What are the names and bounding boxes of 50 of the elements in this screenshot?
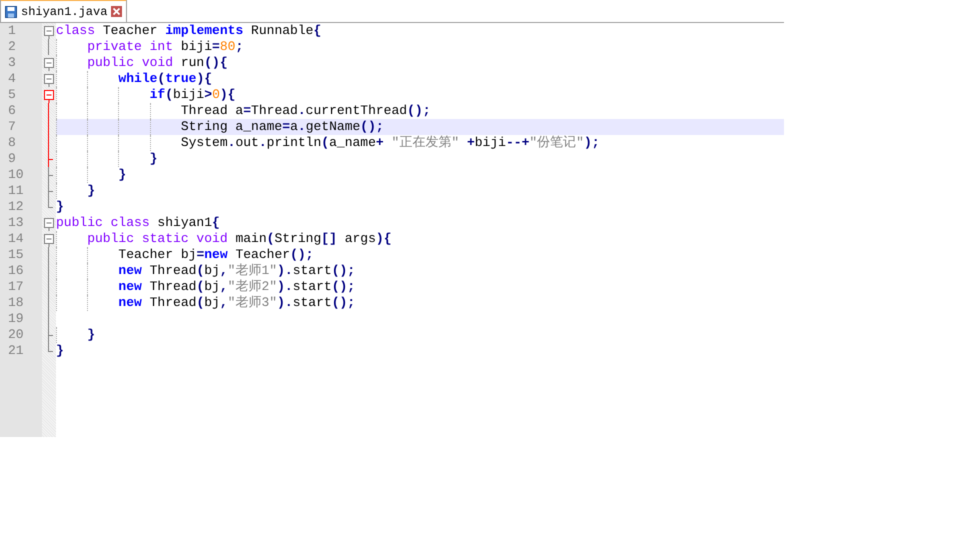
line-number: 13	[7, 215, 25, 231]
line-number: 6	[7, 103, 17, 119]
code-line: class Teacher implements Runnable{	[56, 23, 322, 38]
line-number: 1	[7, 23, 17, 39]
line-number: 12	[7, 199, 25, 215]
code-line: }	[56, 199, 64, 214]
fold-icon[interactable]	[42, 55, 56, 71]
fold-icon[interactable]	[42, 215, 56, 231]
code-line: }	[148, 151, 158, 166]
code-line: public class shiyan1{	[56, 215, 220, 230]
line-number: 11	[7, 183, 25, 199]
code-line: System.out.println(a_name+ "正在发第" +biji--+"份笔记");	[180, 135, 600, 150]
line-number: 9	[7, 151, 17, 167]
fold-icon[interactable]	[42, 71, 56, 87]
line-number: 18	[7, 295, 25, 311]
line-number: 14	[7, 231, 25, 247]
line-number: 15	[7, 247, 25, 263]
line-number: 3	[7, 55, 17, 71]
line-number: 5	[7, 87, 17, 103]
fold-icon[interactable]	[42, 23, 56, 39]
code-line: new Thread(bj,"老师3").start();	[117, 295, 356, 310]
code-line: while(true){	[117, 71, 212, 86]
code-line: }	[86, 327, 96, 342]
code-line: new Thread(bj,"老师1").start();	[117, 263, 356, 278]
fold-icon[interactable]	[42, 87, 56, 103]
code-line: new Thread(bj,"老师2").start();	[117, 279, 356, 294]
line-number: 10	[7, 167, 25, 183]
code-line: String a_name=a.getName();	[180, 119, 384, 134]
fold-icon[interactable]	[42, 231, 56, 247]
save-icon	[5, 6, 17, 18]
code-line: }	[56, 343, 64, 358]
line-number: 19	[7, 311, 25, 327]
code-line: public void run(){	[86, 55, 228, 70]
code-line: private int biji=80;	[86, 39, 244, 54]
line-number: 16	[7, 263, 25, 279]
close-icon[interactable]	[111, 6, 122, 17]
code-line: }	[86, 183, 96, 198]
line-number: 8	[7, 135, 17, 151]
code-line: }	[117, 167, 126, 182]
code-line: Teacher bj=new Teacher();	[117, 247, 314, 262]
code-line: Thread a=Thread.currentThread();	[180, 103, 430, 118]
line-number: 2	[7, 39, 17, 55]
code-line: public static void main(String[] args){	[86, 231, 392, 246]
file-tab[interactable]: shiyan1.java	[0, 0, 128, 22]
line-number: 20	[7, 327, 25, 343]
code-line: if(biji>0){	[148, 87, 236, 102]
line-number: 21	[7, 343, 25, 359]
line-number: 17	[7, 279, 25, 295]
line-number: 4	[7, 71, 17, 87]
line-number: 7	[7, 119, 17, 135]
